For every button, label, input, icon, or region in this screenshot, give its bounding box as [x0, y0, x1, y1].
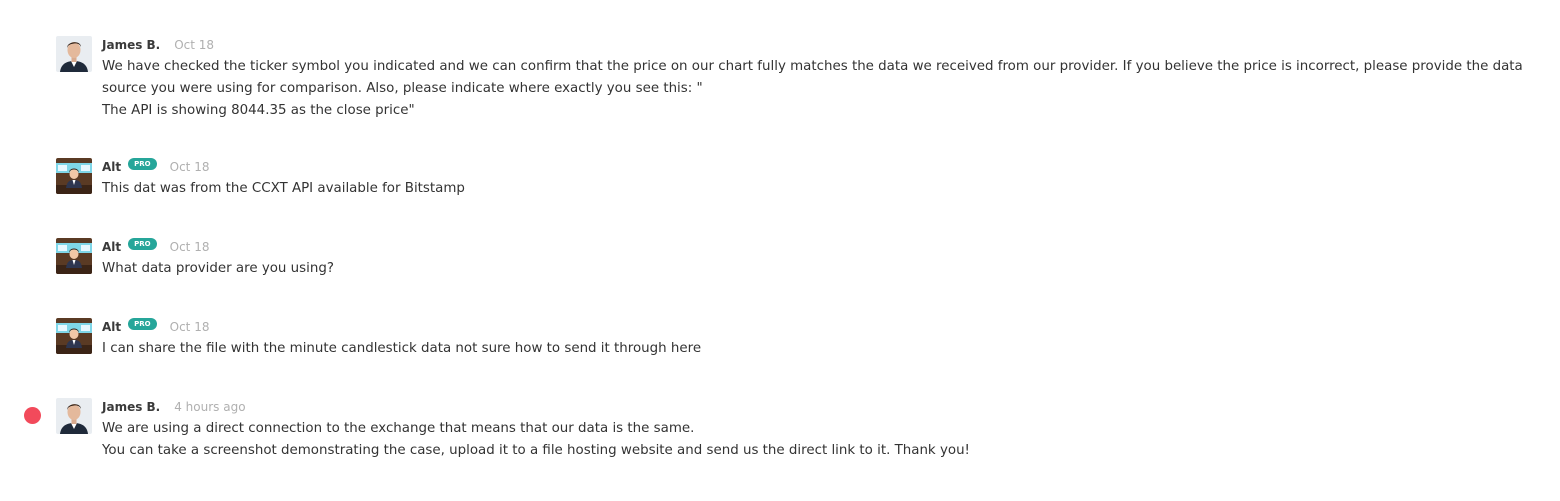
comment-body: This dat was from the CCXT API available…	[102, 178, 1540, 200]
comment-body: I can share the file with the minute can…	[102, 338, 1540, 360]
comment-date[interactable]: Oct 18	[170, 320, 210, 334]
comment-text: The API is showing 8044.35 as the close …	[102, 103, 415, 118]
comment-text: I can share the file with the minute can…	[102, 341, 702, 356]
user-avatar[interactable]	[56, 158, 92, 194]
comment-thread: James B. Oct 18 We have checked the tick…	[0, 0, 1560, 501]
comment-date[interactable]: 4 hours ago	[174, 400, 245, 414]
cartoon-news-anchor-icon	[56, 158, 92, 194]
comment-text: You can take a screenshot demonstrating …	[102, 443, 970, 458]
comment-header: Alt PRO Oct 18	[102, 158, 209, 176]
comment-body: We are using a direct connection to the …	[102, 418, 1540, 462]
comment-date[interactable]: Oct 18	[170, 240, 210, 254]
comment-header: Alt PRO Oct 18	[102, 318, 209, 336]
user-avatar[interactable]	[56, 398, 92, 434]
comment-body: We have checked the ticker symbol you in…	[102, 56, 1540, 122]
unread-indicator-dot	[24, 407, 41, 424]
comment-text: We are using a direct connection to the …	[102, 421, 695, 436]
comment-date[interactable]: Oct 18	[174, 38, 214, 52]
cartoon-news-anchor-icon	[56, 318, 92, 354]
man-portrait-icon	[56, 398, 92, 434]
man-portrait-icon	[56, 36, 92, 72]
comment-date[interactable]: Oct 18	[170, 160, 210, 174]
cartoon-news-anchor-icon	[56, 238, 92, 274]
author-name[interactable]: Alt	[102, 240, 121, 254]
user-avatar[interactable]	[56, 238, 92, 274]
user-avatar[interactable]	[56, 318, 92, 354]
comment-header: Alt PRO Oct 18	[102, 238, 209, 256]
pro-badge: PRO	[128, 318, 157, 330]
comment-text: We have checked the ticker symbol you in…	[102, 59, 1523, 96]
comment-text: This dat was from the CCXT API available…	[102, 181, 465, 196]
author-name[interactable]: Alt	[102, 160, 121, 174]
comment-header: James B. Oct 18	[102, 36, 214, 54]
author-name[interactable]: James B.	[102, 38, 160, 52]
comment-header: James B. 4 hours ago	[102, 398, 246, 416]
pro-badge: PRO	[128, 238, 157, 250]
author-name[interactable]: James B.	[102, 400, 160, 414]
user-avatar[interactable]	[56, 36, 92, 72]
comment-text: What data provider are you using?	[102, 261, 334, 276]
comment-body: What data provider are you using?	[102, 258, 1540, 280]
pro-badge: PRO	[128, 158, 157, 170]
author-name[interactable]: Alt	[102, 320, 121, 334]
